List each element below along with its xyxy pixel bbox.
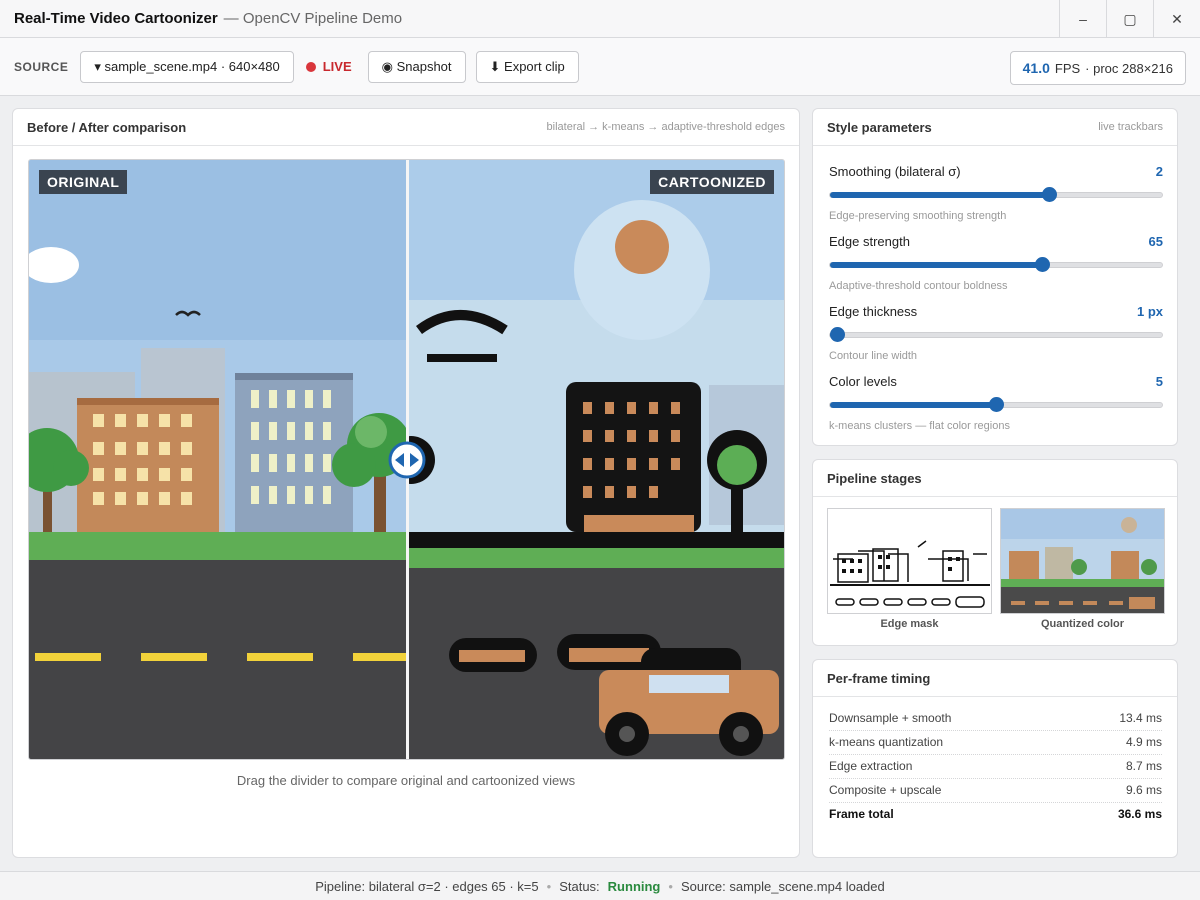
status-pipeline: Pipeline: bilateral σ=2 · edges 65 · k=5 bbox=[315, 878, 539, 894]
video-frame bbox=[29, 160, 784, 759]
comparison-header: Before / After comparison bilateral → k-… bbox=[13, 109, 799, 146]
pipeline-summary: bilateral → k-means → adaptive-threshold… bbox=[546, 121, 785, 133]
edge-strength-slider[interactable] bbox=[829, 257, 1163, 272]
param-smoothing: Smoothing (bilateral σ) 2 Edge-preserving… bbox=[829, 164, 1163, 222]
live-indicator: LIVE bbox=[304, 59, 358, 74]
param-color-levels: Color levels 5 k-means clusters — flat co… bbox=[829, 374, 1163, 432]
comparison-title: Before / After comparison bbox=[27, 119, 187, 135]
quantized-color-caption: Quantized color bbox=[1040, 618, 1125, 630]
export-clip-button[interactable]: ⬇ Export clip bbox=[475, 50, 579, 83]
edge-mask-image bbox=[828, 509, 991, 613]
slider-knob[interactable] bbox=[1035, 257, 1051, 272]
timing-panel: Per-frame timing Downsample + smooth 13.4… bbox=[812, 659, 1178, 858]
param-label: Smoothing (bilateral σ) bbox=[829, 164, 961, 179]
param-help: Contour line width bbox=[829, 350, 918, 362]
toolbar: SOURCE ▾ sample_scene.mp4 · 640×480 LIVE… bbox=[0, 38, 1200, 96]
timing-row: k-means quantization 4.9 ms bbox=[829, 735, 1162, 755]
fps-readout: 41.0 FPS · proc 288×216 bbox=[1009, 51, 1186, 85]
slider-fill bbox=[830, 262, 1043, 268]
proc-resolution: · proc 288×216 bbox=[1085, 60, 1173, 76]
timing-total-value: 36.6 ms bbox=[1117, 807, 1162, 821]
original-tag: ORIGINAL bbox=[39, 170, 128, 194]
color-levels-slider[interactable] bbox=[829, 397, 1163, 412]
status-source: Source: sample_scene.mp4 loaded bbox=[680, 878, 885, 894]
live-label: LIVE bbox=[322, 59, 352, 74]
close-icon[interactable]: ✕ bbox=[1153, 0, 1200, 38]
quantized-color-thumbnail[interactable] bbox=[1000, 508, 1165, 614]
timing-value: 9.6 ms bbox=[1125, 783, 1162, 797]
stages-title: Pipeline stages bbox=[827, 470, 922, 486]
param-edge-thickness: Edge thickness 1 px Contour line width bbox=[829, 304, 1163, 362]
param-value: 2 bbox=[1155, 164, 1163, 179]
window-title: Real-Time Video Cartoonizer — OpenCV Pip… bbox=[0, 10, 402, 27]
cartoonized-view bbox=[407, 160, 784, 759]
sun bbox=[615, 220, 669, 274]
minimize-icon[interactable]: – bbox=[1059, 0, 1106, 38]
status-separator: • bbox=[546, 878, 552, 894]
slider-fill bbox=[830, 192, 1050, 198]
slider-knob[interactable] bbox=[829, 327, 845, 342]
edge-mask-thumbnail[interactable] bbox=[827, 508, 992, 614]
slider-fill bbox=[830, 402, 996, 408]
comparison-panel: Before / After comparison bilateral → k-… bbox=[12, 108, 800, 858]
fps-value: 41.0 bbox=[1022, 60, 1050, 76]
params-header: Style parameters live trackbars bbox=[813, 109, 1177, 146]
timing-total-row: Frame total 36.6 ms bbox=[829, 807, 1162, 826]
timing-label: Composite + upscale bbox=[829, 783, 942, 797]
source-label: SOURCE bbox=[14, 59, 69, 74]
status-bar: Pipeline: bilateral σ=2 · edges 65 · k=5… bbox=[0, 871, 1200, 900]
timing-row: Composite + upscale 9.6 ms bbox=[829, 783, 1162, 803]
app-subtitle: — OpenCV Pipeline Demo bbox=[223, 10, 403, 27]
pipeline-stages-panel: Pipeline stages Edge mask Quantized colo… bbox=[812, 459, 1178, 646]
slider-knob[interactable] bbox=[1042, 187, 1058, 202]
status-label: Status: bbox=[559, 878, 600, 894]
param-value: 1 px bbox=[1136, 304, 1163, 319]
params-title: Style parameters bbox=[827, 119, 932, 135]
fps-unit: FPS bbox=[1054, 60, 1081, 76]
timing-title: Per-frame timing bbox=[827, 670, 931, 686]
timing-label: Edge extraction bbox=[829, 759, 913, 773]
slider-knob[interactable] bbox=[989, 397, 1004, 412]
video-viewport[interactable]: ORIGINAL CARTOONIZED bbox=[28, 159, 785, 760]
window-controls: – ▢ ✕ bbox=[1059, 0, 1200, 38]
edge-mask-caption: Edge mask bbox=[880, 618, 939, 630]
param-help: Adaptive-threshold contour boldness bbox=[829, 280, 1008, 292]
param-label: Color levels bbox=[829, 374, 897, 389]
params-subtitle: live trackbars bbox=[1098, 121, 1163, 133]
timing-total-label: Frame total bbox=[829, 807, 894, 821]
param-value: 65 bbox=[1148, 234, 1163, 249]
status-separator: • bbox=[668, 878, 673, 894]
edge-thickness-slider[interactable] bbox=[829, 327, 1163, 342]
param-help: k-means clusters — flat color regions bbox=[829, 420, 1010, 432]
timing-label: k-means quantization bbox=[829, 735, 944, 749]
param-value: 5 bbox=[1155, 374, 1163, 389]
timing-label: Downsample + smooth bbox=[829, 711, 952, 725]
source-select[interactable]: ▾ sample_scene.mp4 · 640×480 bbox=[80, 50, 294, 83]
cartoonized-tag: CARTOONIZED bbox=[650, 170, 774, 194]
param-label: Edge strength bbox=[829, 234, 910, 249]
style-parameters-panel: Style parameters live trackbars Smoothin… bbox=[812, 108, 1178, 446]
title-bar: Real-Time Video Cartoonizer — OpenCV Pip… bbox=[0, 0, 1200, 38]
app-name: Real-Time Video Cartoonizer bbox=[14, 10, 218, 27]
param-edge-strength: Edge strength 65 Adaptive-threshold conto… bbox=[829, 234, 1163, 292]
timing-header: Per-frame timing bbox=[813, 660, 1177, 697]
smoothing-slider[interactable] bbox=[829, 187, 1163, 202]
timing-row: Edge extraction 8.7 ms bbox=[829, 759, 1162, 779]
timing-value: 8.7 ms bbox=[1125, 759, 1162, 773]
live-dot-icon bbox=[305, 61, 316, 72]
param-help: Edge-preserving smoothing strength bbox=[829, 210, 1007, 222]
timing-value: 4.9 ms bbox=[1125, 735, 1162, 749]
param-label: Edge thickness bbox=[829, 304, 918, 319]
timing-value: 13.4 ms bbox=[1119, 711, 1162, 725]
stages-header: Pipeline stages bbox=[813, 460, 1177, 497]
status-running: Running bbox=[607, 878, 661, 894]
compare-hint: Drag the divider to compare original and… bbox=[236, 773, 576, 788]
timing-row: Downsample + smooth 13.4 ms bbox=[829, 711, 1162, 731]
snapshot-button[interactable]: ◉ Snapshot bbox=[367, 50, 466, 83]
maximize-icon[interactable]: ▢ bbox=[1106, 0, 1153, 38]
original-view bbox=[29, 160, 407, 759]
quantized-color-image bbox=[1001, 509, 1164, 613]
